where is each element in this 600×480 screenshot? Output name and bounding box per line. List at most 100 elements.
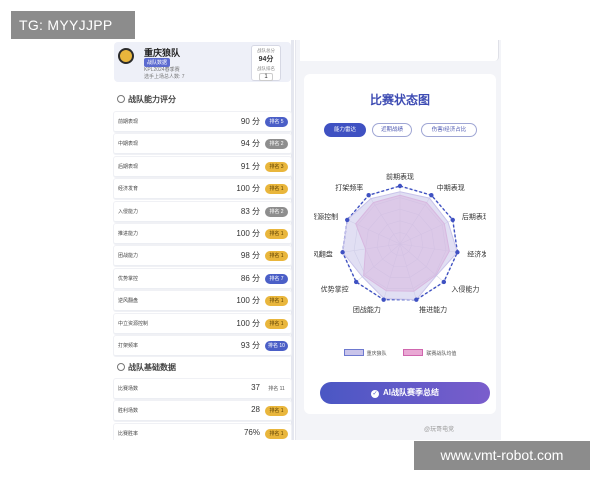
legend-label-average: 联赛战队均值 xyxy=(426,351,457,357)
stat-name: 胜利场数 xyxy=(118,408,139,415)
credit-text: @玩哥电竞 xyxy=(424,427,455,433)
rank-value: 1 xyxy=(259,73,273,81)
tab-radar[interactable]: 能力雷达 xyxy=(324,123,366,137)
team-player-count: 选手上场总人数: 7 xyxy=(144,74,185,80)
stat-value: 100 分 xyxy=(236,318,260,328)
stat-value: 86 分 xyxy=(240,273,260,283)
stat-value: 83 分 xyxy=(240,206,260,216)
rank-badge: 排名 2 xyxy=(265,139,288,150)
wolf-logo-icon xyxy=(118,48,134,64)
radar-vertex-dot xyxy=(429,193,434,198)
rank-badge: 排名 3 xyxy=(265,161,288,172)
rank-badge: 排名 11 xyxy=(268,386,285,392)
legend-swatch-average xyxy=(403,349,424,356)
radar-axis-label: 推进能力 xyxy=(419,305,447,314)
status-panel: 比赛状态图 能力雷达 近期战绩 伤害/经济占比 前期表现中期表现后期表现经济发育… xyxy=(304,74,496,414)
stat-row[interactable]: 逆风翻盘 100 分排名 1 xyxy=(114,291,291,312)
rank-badge: 排名 1 xyxy=(265,428,288,439)
stat-row[interactable]: 比赛胜率 76% 排名 1 xyxy=(114,423,291,440)
rank-badge: 排名 1 xyxy=(265,318,288,329)
stat-value: 100 分 xyxy=(236,184,260,194)
radar-axis-label: 打架频率 xyxy=(335,183,363,192)
top-strip xyxy=(300,40,499,61)
ai-summary-button[interactable]: ✓ AI战队赛季总结 xyxy=(320,382,490,404)
basic-list: 比赛场数 37 排名 11 胜利场数 28 排名 1 比赛胜率 76% 排名 1 xyxy=(114,379,291,440)
rank-badge: 排名 1 xyxy=(265,228,288,239)
radar-vertex-dot xyxy=(340,250,345,255)
stat-value: 37 xyxy=(251,383,260,392)
left-scrollbar[interactable] xyxy=(291,40,294,440)
radar-vertex-dot xyxy=(353,279,359,285)
radar-vertex-dot xyxy=(455,250,460,255)
legend-swatch-team xyxy=(343,349,364,356)
section-globe-icon xyxy=(117,363,125,371)
stat-name: 比赛胜率 xyxy=(118,430,139,437)
basic-section-title: 战队基础数据 xyxy=(117,362,176,373)
radar-vertex-dot xyxy=(397,183,403,189)
stat-value: 93 分 xyxy=(240,340,260,350)
radar-vertex-dot xyxy=(345,217,350,223)
radar-axis-label: 入侵能力 xyxy=(451,285,479,294)
stat-value: 100 分 xyxy=(236,228,260,238)
stat-row[interactable]: 胜利场数 28 排名 1 xyxy=(114,401,291,422)
stat-name: 前期表现 xyxy=(118,119,139,125)
stat-value: 90 分 xyxy=(240,117,260,126)
stat-row[interactable]: 比赛场数 37 排名 11 xyxy=(114,379,291,399)
stat-name: 团战能力 xyxy=(118,253,139,260)
rank-label: 战队排名 xyxy=(257,66,275,71)
stat-name: 打架频率 xyxy=(118,342,139,349)
radar-axis-label: 中立资源控制 xyxy=(314,212,338,221)
stat-name: 经济发育 xyxy=(118,186,139,193)
radar-legend: 重庆狼队 联赛战队均值 xyxy=(304,349,496,357)
stat-value: 98 分 xyxy=(240,251,260,261)
team-stats-panel[interactable]: 重庆狼队 战队数据 KPL2024春季赛 选手上场总人数: 7 战队总分 94分… xyxy=(99,40,296,440)
stat-value: 91 分 xyxy=(240,161,260,171)
legend-label-team: 重庆狼队 xyxy=(366,351,387,357)
team-card[interactable]: 重庆狼队 战队数据 KPL2024春季赛 选手上场总人数: 7 战队总分 94分… xyxy=(114,42,291,82)
status-title: 比赛状态图 xyxy=(369,93,430,107)
stat-value: 76% xyxy=(243,427,260,437)
rank-badge: 排名 2 xyxy=(265,206,288,217)
stat-row[interactable]: 前期表现 90 分排名 5 xyxy=(114,112,291,132)
rank-badge: 排名 10 xyxy=(265,340,288,351)
stat-value: 28 xyxy=(251,405,260,415)
stat-name: 中期表现 xyxy=(118,141,139,148)
stat-row[interactable]: 打架频率 93 分排名 10 xyxy=(114,335,291,356)
radar-vertex-dot xyxy=(441,279,447,285)
watermark-top-left: TG: MYYJJPP xyxy=(11,11,135,39)
team-season: KPL2024春季赛 xyxy=(144,67,180,73)
stat-name: 比赛场数 xyxy=(118,386,139,392)
tab-damage-economy[interactable]: 伤害/经济占比 xyxy=(421,123,477,137)
radar-vertex-dot xyxy=(381,297,386,302)
stat-row[interactable]: 中期表现 94 分排名 2 xyxy=(114,134,291,155)
stat-row[interactable]: 中立资源控制 100 分排名 1 xyxy=(114,313,291,334)
tab-recent[interactable]: 近期战绩 xyxy=(372,123,412,137)
section-history-icon xyxy=(117,95,125,103)
check-icon: ✓ xyxy=(371,390,379,398)
stat-row[interactable]: 入侵能力 83 分排名 2 xyxy=(114,201,291,222)
team-score-box: 战队总分 94分 战队排名 1 xyxy=(251,45,281,81)
watermark-bottom-right: www.vmt-robot.com xyxy=(414,441,590,470)
rank-badge: 排名 1 xyxy=(265,406,288,417)
radar-vertex-dot xyxy=(414,297,419,302)
stat-name: 中立资源控制 xyxy=(118,320,149,327)
stat-row[interactable]: 优势掌控 86 分排名 7 xyxy=(114,268,291,289)
radar-vertex-dot xyxy=(366,193,371,198)
stat-row[interactable]: 后期表现 91 分排名 3 xyxy=(114,156,291,177)
radar-axis-label: 优势掌控 xyxy=(321,285,349,294)
radar-axis-label: 团战能力 xyxy=(353,305,381,314)
rank-badge: 排名 7 xyxy=(265,273,288,284)
stat-row[interactable]: 经济发育 100 分排名 1 xyxy=(114,179,291,200)
stat-name: 优势掌控 xyxy=(118,275,139,282)
stat-row[interactable]: 团战能力 98 分排名 1 xyxy=(114,246,291,267)
radar-series-area xyxy=(342,191,458,301)
score-value: 94分 xyxy=(258,56,274,63)
stat-name: 入侵能力 xyxy=(118,208,139,215)
stat-name: 逆风翻盘 xyxy=(118,298,139,305)
stat-row[interactable]: 推进能力 100 分排名 1 xyxy=(114,223,291,244)
rank-badge: 排名 1 xyxy=(265,184,288,195)
screenshot-stage: TG: MYYJJPP www.vmt-robot.com 重庆狼队 战队数据 … xyxy=(0,0,600,480)
app-frame: 重庆狼队 战队数据 KPL2024春季赛 选手上场总人数: 7 战队总分 94分… xyxy=(99,40,501,440)
rank-badge: 排名 1 xyxy=(265,251,288,262)
stat-name: 推进能力 xyxy=(118,230,139,237)
